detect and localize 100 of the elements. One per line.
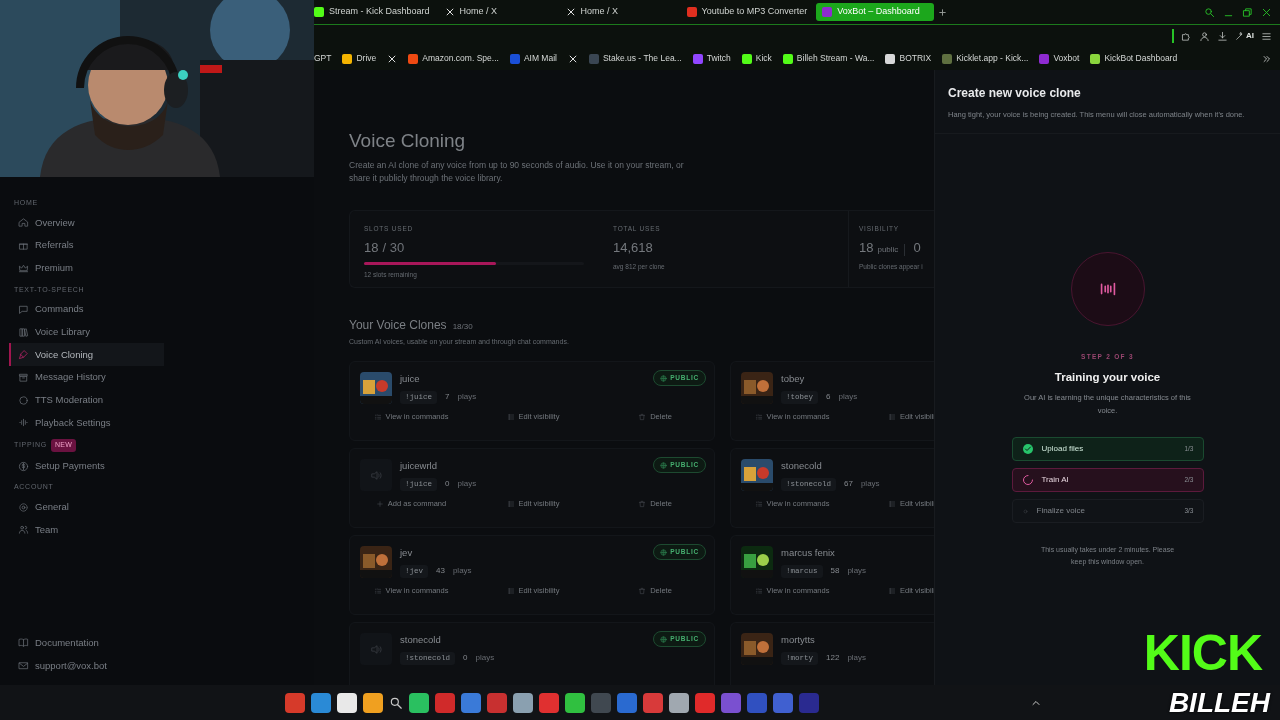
dollar-icon <box>18 460 29 472</box>
search-icon[interactable] <box>1204 6 1215 18</box>
home-icon <box>18 217 29 229</box>
chat-bubble-icon <box>18 303 29 315</box>
play-count: 122 <box>826 652 840 665</box>
nav-item[interactable]: Referrals <box>9 234 164 257</box>
list-icon <box>754 499 763 508</box>
plays-label: plays <box>838 391 858 404</box>
books-icon <box>18 326 29 338</box>
bookmark[interactable]: Drive <box>342 52 377 65</box>
browser-tab[interactable]: Stream - Kick Dashboard <box>314 3 436 21</box>
trash-icon <box>638 499 647 508</box>
nav-item[interactable]: Voice Cloning <box>9 343 164 367</box>
nav-item[interactable]: Team <box>9 518 164 542</box>
play-count: 58 <box>830 565 840 578</box>
clone-name: tobey <box>781 372 806 387</box>
app-icon[interactable] <box>669 692 689 713</box>
nav-item[interactable]: General <box>9 495 164 519</box>
play-count: 0 <box>463 652 468 665</box>
nav-item[interactable]: Voice Library <box>9 320 164 344</box>
bookmark[interactable]: GPT <box>314 52 332 65</box>
crown-icon <box>18 262 29 274</box>
site-icon <box>408 53 419 64</box>
browser-tab[interactable]: Youtube to MP3 Converter <box>680 3 814 21</box>
plays-label: plays <box>457 478 477 491</box>
app-icon[interactable] <box>565 692 585 713</box>
site-icon <box>342 53 353 64</box>
stat-value: 0 <box>913 238 921 257</box>
list-icon <box>373 586 382 595</box>
step-name: Train AI <box>1041 474 1069 486</box>
nav-item[interactable]: Commands <box>9 298 164 321</box>
bookmark[interactable]: BOTRIX <box>885 52 932 65</box>
footer-link[interactable]: Documentation <box>9 631 164 655</box>
globe-icon <box>660 461 668 469</box>
app-icon[interactable] <box>513 692 533 713</box>
chevrons-icon[interactable] <box>1262 54 1272 65</box>
close-icon[interactable] <box>1261 6 1272 18</box>
nav-item[interactable]: Premium <box>9 256 164 280</box>
panel-title: Create new voice clone <box>948 85 1082 102</box>
clone-name: juice <box>400 372 421 387</box>
clone-name: stonecold <box>781 459 823 474</box>
bookmark[interactable]: AIM Mail <box>509 52 557 65</box>
bookmark[interactable]: Amazon.com. Spe... <box>408 52 499 65</box>
site-icon <box>1039 53 1050 64</box>
nav-item[interactable]: TTS Moderation <box>9 388 164 412</box>
restore-icon[interactable] <box>1242 6 1253 18</box>
download-icon[interactable] <box>1217 30 1228 42</box>
bookmark[interactable]: KickBot Dashboard <box>1090 52 1178 65</box>
search-icon[interactable] <box>389 695 403 710</box>
list-icon <box>754 586 763 595</box>
app-icon[interactable] <box>337 692 357 713</box>
bookmark[interactable] <box>567 53 578 64</box>
menu-icon[interactable] <box>1261 30 1272 42</box>
bookmark[interactable]: Kicklet.app - Kick... <box>942 52 1029 65</box>
profile-icon[interactable] <box>1199 30 1210 42</box>
stat-suffix: / 30 <box>382 238 405 257</box>
site-icon <box>314 7 324 17</box>
stat-value: 18 <box>859 238 874 257</box>
app-icon[interactable] <box>409 692 429 713</box>
x-icon <box>565 7 576 17</box>
site-icon <box>1090 53 1101 64</box>
browser-tab[interactable]: Home / X <box>438 3 557 21</box>
bookmark[interactable]: Stake.us - The Lea... <box>588 52 682 65</box>
gift-icon <box>18 240 29 252</box>
site-icon <box>942 53 953 64</box>
ai-button[interactable]: AI <box>1235 30 1254 42</box>
puzzle-icon[interactable] <box>1181 30 1192 42</box>
stat-value: 18 <box>364 238 379 257</box>
bookmark[interactable] <box>387 53 398 64</box>
bookmark[interactable]: Twitch <box>692 52 731 65</box>
play-count: 7 <box>445 391 450 404</box>
site-icon <box>741 53 752 64</box>
x-icon <box>387 53 398 64</box>
app-icon[interactable] <box>363 692 383 713</box>
page-title: Voice Cloning <box>349 130 467 153</box>
bookmark[interactable]: Voxbot <box>1039 52 1080 65</box>
nav-item[interactable]: Message History <box>9 366 164 389</box>
new-tab-icon[interactable] <box>937 6 949 18</box>
browser-tab[interactable]: VoxBot – Dashboard <box>816 3 935 21</box>
plays-label: plays <box>847 565 867 578</box>
check-icon <box>1021 443 1034 455</box>
clone-name: jev <box>400 546 414 561</box>
pen-icon <box>18 349 29 361</box>
logo-subtitle: BILLEH <box>1168 688 1270 718</box>
site-icon <box>686 7 697 17</box>
mail-icon <box>18 660 29 672</box>
trash-icon <box>638 586 647 595</box>
spinner-icon <box>1021 474 1034 486</box>
bookmark[interactable]: Billeh Stream - Wa... <box>782 52 875 65</box>
clone-count: 18/30 <box>452 320 473 333</box>
nav-item[interactable]: Overview <box>9 211 164 235</box>
footer-link[interactable]: support@vox.bot <box>9 654 164 677</box>
play-count: 0 <box>445 478 450 491</box>
nav-item[interactable]: Setup Payments <box>9 454 164 478</box>
nav-item[interactable]: Playback Settings <box>9 411 164 435</box>
list-icon <box>888 412 896 421</box>
bookmark[interactable]: Kick <box>741 52 772 65</box>
clone-name: juicewrld <box>400 459 438 474</box>
browser-tab[interactable]: Home / X <box>559 3 678 21</box>
play-count: 43 <box>436 565 445 578</box>
